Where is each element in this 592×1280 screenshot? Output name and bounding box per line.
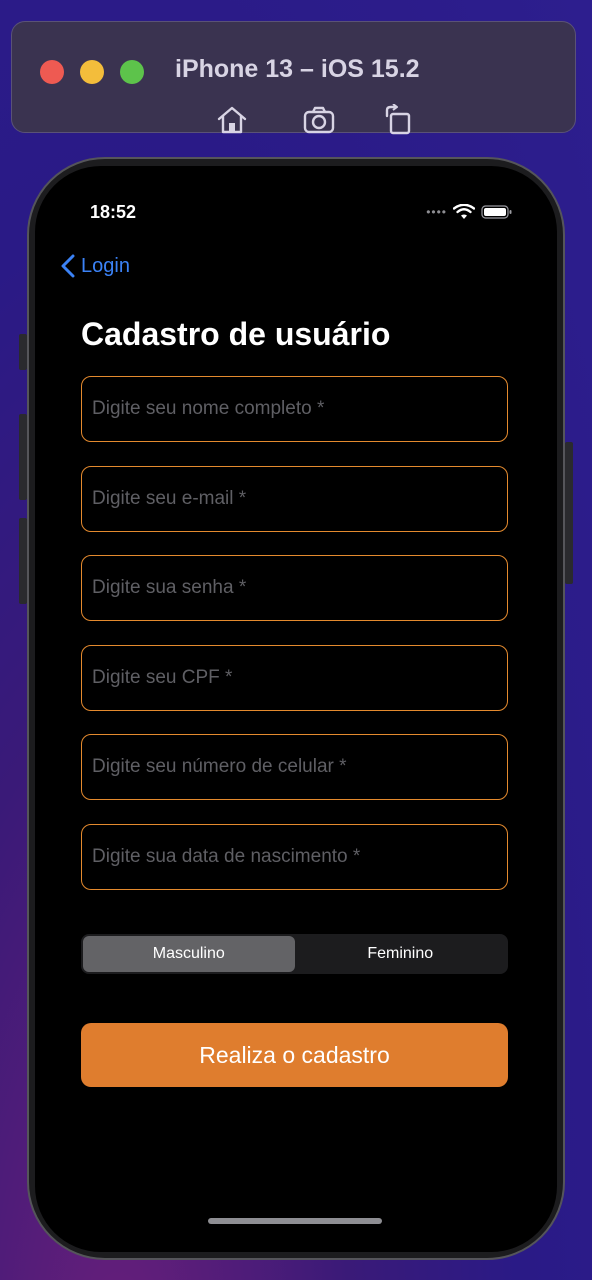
cpf-input[interactable] [82, 646, 507, 710]
email-input[interactable] [82, 467, 507, 531]
simulator-title: iPhone 13 – iOS 15.2 [175, 55, 420, 83]
status-icons: •••• [426, 204, 513, 220]
full-name-input[interactable] [82, 377, 507, 441]
submit-registration-button[interactable]: Realiza o cadastro [81, 1023, 508, 1087]
zoom-window-button[interactable] [120, 60, 144, 84]
volume-up-button [19, 414, 27, 500]
volume-down-button [19, 518, 27, 604]
segment-feminino[interactable]: Feminino [295, 936, 507, 972]
simulator-toolbar: iPhone 13 – iOS 15.2 [11, 21, 576, 136]
signal-dots-icon: •••• [426, 205, 447, 219]
segment-masculino[interactable]: Masculino [83, 936, 295, 972]
phone-screen: 18:52 •••• Login Cadastro de usuário Dig… [35, 166, 557, 1252]
status-time: 18:52 [90, 202, 137, 222]
page-title: Cadastro de usuário [81, 316, 391, 352]
birth-date-field [81, 824, 508, 890]
home-icon[interactable] [215, 104, 249, 136]
cpf-field [81, 645, 508, 711]
minimize-window-button[interactable] [80, 60, 104, 84]
chevron-left-icon [61, 254, 75, 278]
back-button-label: Login [81, 254, 130, 277]
password-input[interactable] [82, 556, 507, 620]
back-button[interactable]: Login [61, 254, 130, 278]
birth-date-input[interactable] [82, 825, 507, 889]
screenshot-icon[interactable] [302, 104, 336, 136]
phone-number-field [81, 734, 508, 800]
gender-segmented-control: Masculino Feminino [81, 934, 508, 974]
phone-number-input[interactable] [82, 735, 507, 799]
wifi-icon [453, 204, 475, 219]
power-button [565, 442, 573, 584]
rotate-icon[interactable] [382, 103, 416, 136]
close-window-button[interactable] [40, 60, 64, 84]
full-name-field [81, 376, 508, 442]
home-indicator[interactable] [208, 1218, 382, 1224]
password-field [81, 555, 508, 621]
email-field [81, 466, 508, 532]
battery-icon [481, 205, 512, 219]
mute-switch [19, 334, 27, 370]
